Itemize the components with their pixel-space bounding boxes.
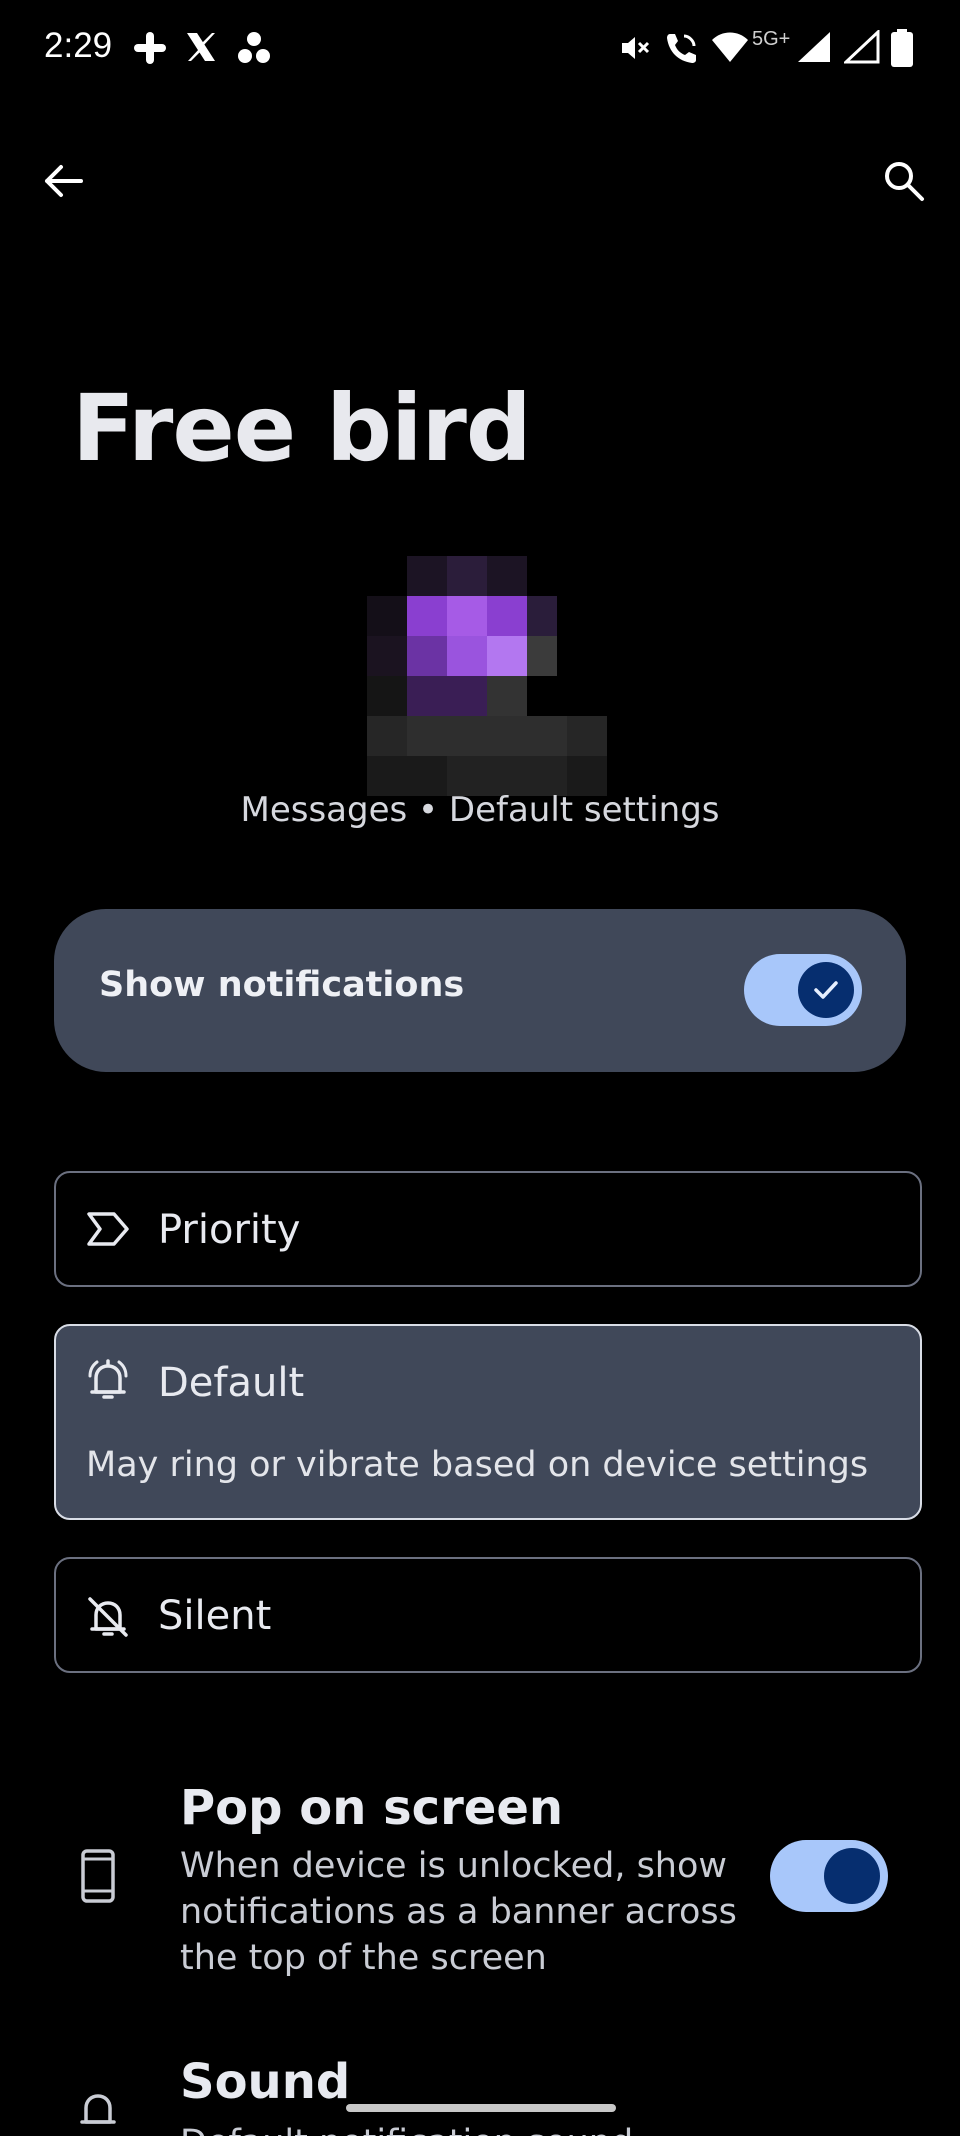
app-dots-icon (238, 32, 270, 63)
show-notifications-toggle[interactable] (744, 954, 862, 1026)
x-icon (187, 33, 215, 61)
default-option[interactable]: Default May ring or vibrate based on dev… (54, 1324, 922, 1520)
network-type-label: 5G+ (752, 28, 791, 50)
sound-row[interactable]: Sound Default notification sound (0, 2050, 960, 2136)
back-button[interactable] (27, 145, 99, 217)
silent-label: Silent (158, 1593, 272, 1639)
pop-on-screen-toggle[interactable] (770, 1840, 888, 1912)
wifi-calling-icon (667, 34, 696, 63)
page-title: Free bird (72, 375, 532, 482)
mute-icon (622, 37, 650, 59)
signal-full-icon (798, 32, 830, 62)
bell-icon (80, 2094, 116, 2124)
show-notifications-card[interactable]: Show notifications (54, 909, 906, 1072)
toggle-knob (824, 1848, 880, 1904)
default-label: Default (158, 1360, 305, 1406)
battery-icon (891, 29, 913, 67)
show-notifications-label: Show notifications (99, 965, 465, 1005)
bell-off-icon (88, 1597, 128, 1637)
pop-on-screen-title: Pop on screen (180, 1780, 564, 1836)
silent-option[interactable]: Silent (54, 1557, 922, 1673)
search-button[interactable] (868, 145, 940, 217)
check-icon (814, 981, 838, 999)
default-description: May ring or vibrate based on device sett… (86, 1445, 869, 1485)
wifi-icon (712, 32, 748, 62)
sound-description: Default notification sound (180, 2120, 740, 2136)
search-icon (885, 162, 924, 201)
signal-empty-icon (844, 30, 880, 64)
home-indicator[interactable] (346, 2104, 616, 2112)
priority-option[interactable]: Priority (54, 1171, 922, 1287)
arrow-back-icon (45, 165, 83, 197)
phone-icon (81, 1849, 115, 1903)
app-subtitle: Messages • Default settings (240, 790, 720, 830)
toggle-knob (798, 962, 854, 1018)
pop-on-screen-description: When device is unlocked, show notificati… (180, 1846, 737, 1978)
sound-title: Sound (180, 2054, 351, 2110)
priority-icon (87, 1212, 129, 1246)
status-time: 2:29 (44, 26, 113, 65)
slack-icon (134, 32, 166, 64)
priority-label: Priority (158, 1207, 301, 1253)
pop-on-screen-row[interactable]: Pop on screen When device is unlocked, s… (0, 1770, 960, 1990)
app-icon (367, 556, 607, 796)
bell-ring-icon (88, 1359, 128, 1399)
